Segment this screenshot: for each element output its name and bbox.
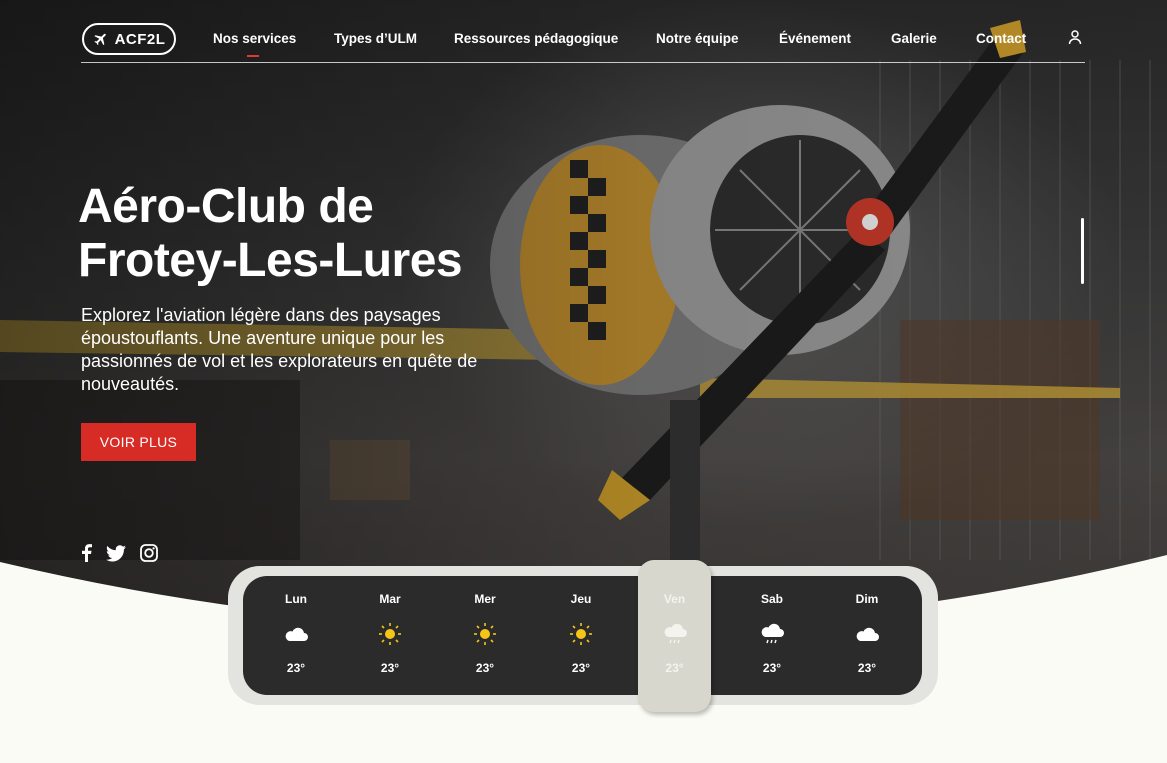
weather-day-lun[interactable]: Lun 23° bbox=[256, 576, 336, 695]
day-temperature: 23° bbox=[286, 661, 306, 675]
sun-icon bbox=[379, 623, 401, 645]
day-temperature: 23° bbox=[665, 661, 684, 675]
day-temperature: 23° bbox=[762, 661, 782, 675]
day-name: Mer bbox=[474, 592, 496, 606]
rain-cloud-icon bbox=[664, 623, 687, 644]
weather-day-jeu[interactable]: Jeu 23° bbox=[541, 576, 621, 695]
weather-day-mer[interactable]: Mer 23° bbox=[445, 576, 525, 695]
cloud-icon bbox=[856, 627, 879, 641]
page: ACF2L Nos services Types d’ULM Ressource… bbox=[0, 0, 1167, 763]
day-name: Ven bbox=[663, 592, 686, 606]
cloud-icon bbox=[285, 627, 308, 641]
sun-icon bbox=[570, 623, 592, 645]
day-name: Mar bbox=[379, 592, 401, 606]
weather-day-ven-selected[interactable]: Ven 23° bbox=[638, 560, 711, 712]
sun-icon bbox=[474, 623, 496, 645]
day-name: Dim bbox=[855, 592, 879, 606]
rain-cloud-icon bbox=[761, 623, 784, 644]
weather-day-dim[interactable]: Dim 23° bbox=[827, 576, 907, 695]
day-name: Sab bbox=[760, 592, 783, 606]
day-temperature: 23° bbox=[571, 661, 591, 675]
weather-day-sab[interactable]: Sab 23° bbox=[732, 576, 812, 695]
day-name: Jeu bbox=[570, 592, 592, 606]
day-temperature: 23° bbox=[475, 661, 495, 675]
day-temperature: 23° bbox=[380, 661, 400, 675]
day-temperature: 23° bbox=[857, 661, 877, 675]
day-name: Lun bbox=[285, 592, 307, 606]
weather-day-mar[interactable]: Mar 23° bbox=[350, 576, 430, 695]
